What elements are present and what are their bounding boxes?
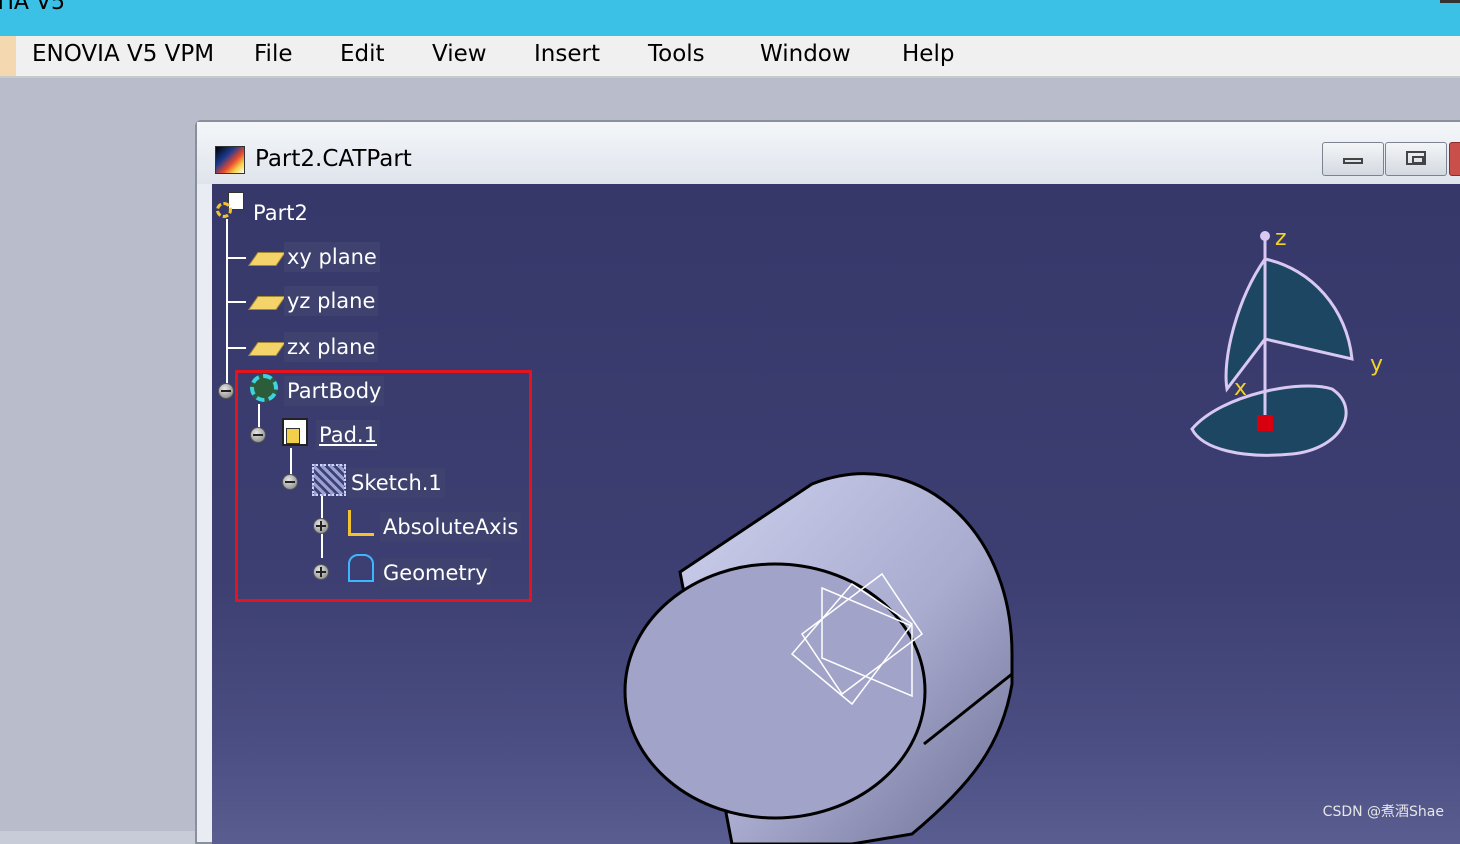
tree-line <box>226 257 246 259</box>
highlight-annotation <box>235 370 532 602</box>
compass-y-label: y <box>1370 352 1383 377</box>
tree-line <box>226 219 228 387</box>
compass-widget[interactable]: z y x <box>1182 219 1402 479</box>
app-title: TIA V5 <box>0 0 66 15</box>
document-titlebar: Part2.CATPart <box>197 122 1460 184</box>
tree-item-part2[interactable]: Part2 <box>250 198 311 228</box>
part-icon <box>216 192 248 220</box>
3d-viewport[interactable]: z y x Part2 xy plane yz plane zx plane P… <box>212 184 1460 844</box>
tree-line <box>226 301 246 303</box>
document-title: Part2.CATPart <box>255 146 412 172</box>
menu-window[interactable]: Window <box>760 41 851 67</box>
menu-help[interactable]: Help <box>902 41 954 67</box>
close-button[interactable] <box>1449 142 1460 176</box>
restore-button[interactable] <box>1385 142 1447 176</box>
menu-view[interactable]: View <box>432 41 487 67</box>
compass-z-label: z <box>1275 226 1287 251</box>
menu-tools[interactable]: Tools <box>648 41 705 67</box>
tree-item-xy-plane[interactable]: xy plane <box>284 242 380 272</box>
menu-enovia[interactable]: ENOVIA V5 VPM <box>32 41 214 67</box>
restore-icon <box>1406 151 1426 165</box>
tree-line <box>226 347 246 349</box>
menu-file[interactable]: File <box>254 41 293 67</box>
menu-insert[interactable]: Insert <box>534 41 600 67</box>
menu-edit[interactable]: Edit <box>340 41 385 67</box>
tree-item-zx-plane[interactable]: zx plane <box>284 332 379 362</box>
collapse-partbody-button[interactable] <box>218 383 234 399</box>
compass-x-label: x <box>1234 376 1247 401</box>
document-window: Part2.CATPart z y x Part2 xy plane yz pl… <box>195 120 1460 844</box>
catpart-icon <box>215 146 245 174</box>
menu-grip <box>0 36 16 76</box>
watermark: CSDN @煮酒Shae <box>1322 804 1444 820</box>
titlebar-edge <box>1440 0 1460 3</box>
menu-bar: ENOVIA V5 VPM File Edit View Insert Tool… <box>0 36 1460 78</box>
minimize-button[interactable] <box>1322 142 1384 176</box>
tree-item-yz-plane[interactable]: yz plane <box>284 286 379 316</box>
minimize-icon <box>1343 158 1363 164</box>
app-titlebar: TIA V5 <box>0 0 1460 36</box>
